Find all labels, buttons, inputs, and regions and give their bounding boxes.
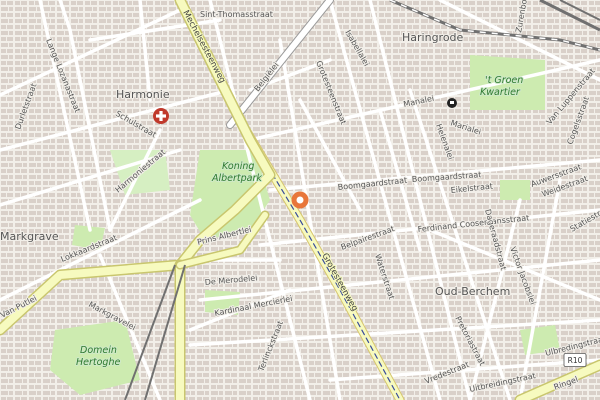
r10-label: R10	[568, 356, 583, 365]
map-canvas[interactable]: R10 Harmonie Markgrave Haringrode Oud-Be…	[0, 0, 600, 400]
district-label-oud-berchem: Oud-Berchem	[435, 285, 510, 298]
park-label-albertpark: Albertpark	[211, 173, 262, 184]
train-station-icon[interactable]	[447, 98, 457, 108]
park-label-kwartier: Kwartier	[480, 87, 521, 98]
park-green-east	[500, 180, 530, 200]
map-view[interactable]: R10 Harmonie Markgrave Haringrode Oud-Be…	[0, 0, 600, 400]
street-label-sint-thomasstraat: Sint-Thomasstraat	[200, 10, 273, 19]
district-label-markgrave: Markgrave	[0, 230, 59, 243]
location-marker-icon[interactable]	[291, 191, 309, 209]
hospital-icon[interactable]	[153, 108, 169, 124]
district-label-haringrode: Haringrode	[402, 31, 464, 44]
r10-road-shield: R10	[563, 353, 587, 367]
park-label-hertoghe: Hertoghe	[76, 357, 120, 368]
park-label-koning: Koning	[222, 161, 254, 172]
park-label-domein: Domein	[80, 345, 117, 356]
park-label-groen: 't Groen	[485, 75, 523, 86]
district-label-harmonie: Harmonie	[116, 88, 170, 101]
